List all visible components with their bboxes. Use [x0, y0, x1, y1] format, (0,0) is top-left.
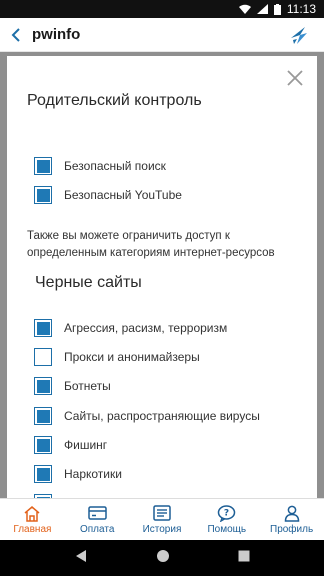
checkbox[interactable]: [34, 407, 52, 425]
svg-text:?: ?: [224, 508, 229, 518]
help-chat-icon: ?: [217, 504, 237, 522]
system-recents-icon[interactable]: [238, 549, 250, 567]
app-logo-icon: [288, 24, 310, 46]
nav-help[interactable]: ? Помощь: [194, 499, 259, 540]
status-time: 11:13: [286, 2, 316, 16]
category-label: Прокси и анонимайзеры: [64, 350, 200, 364]
nav-history[interactable]: История: [130, 499, 195, 540]
nav-label: История: [142, 524, 182, 535]
card-icon: [87, 504, 107, 522]
checkbox[interactable]: [34, 319, 52, 337]
category-label: Ботнеты: [64, 379, 111, 393]
category-item[interactable]: Наркотики: [34, 464, 122, 484]
nav-label: Оплата: [79, 524, 115, 535]
signal-icon: [256, 4, 268, 14]
wifi-icon: [238, 4, 251, 14]
system-back-icon[interactable]: [74, 549, 88, 568]
checkbox[interactable]: [34, 465, 52, 483]
app-bar: pwinfo: [0, 18, 324, 52]
app-title: pwinfo: [32, 26, 81, 43]
dialog-title: Родительский контроль: [27, 92, 202, 109]
back-arrow-icon[interactable]: [2, 18, 30, 52]
checkbox[interactable]: [34, 157, 52, 175]
category-item[interactable]: Прокси и анонимайзеры: [34, 347, 200, 367]
checkbox[interactable]: [34, 348, 52, 366]
system-home-icon[interactable]: [156, 549, 170, 568]
nav-label: Профиль: [270, 524, 314, 535]
battery-icon: [273, 3, 281, 15]
category-item[interactable]: Сайты, распространяющие вирусы: [34, 406, 260, 426]
close-icon[interactable]: [285, 68, 305, 88]
status-bar: 11:13: [0, 0, 324, 18]
nav-label: Главная: [13, 524, 52, 535]
category-item[interactable]: Агрессия, расизм, терроризм: [34, 318, 227, 338]
parental-control-dialog: Родительский контроль Безопасный поиск Б…: [7, 56, 317, 498]
checkbox[interactable]: [34, 186, 52, 204]
option-label: Безопасный поиск: [64, 159, 166, 173]
category-item[interactable]: Фишинг: [34, 435, 107, 455]
system-nav-bar: [0, 540, 324, 576]
info-text: Также вы можете ограничить доступ к опре…: [27, 230, 275, 259]
checkbox[interactable]: [34, 377, 52, 395]
nav-profile[interactable]: Профиль: [259, 499, 324, 540]
home-icon: [22, 504, 42, 522]
history-icon: [152, 504, 172, 522]
category-label: Сайты, распространяющие вирусы: [64, 409, 260, 423]
nav-payment[interactable]: Оплата: [65, 499, 130, 540]
option-safe-youtube[interactable]: Безопасный YouTube: [34, 185, 182, 205]
profile-icon: [282, 504, 302, 522]
option-label: Безопасный YouTube: [64, 188, 182, 202]
checkbox[interactable]: [34, 436, 52, 454]
blacklist-title: Черные сайты: [35, 274, 142, 291]
category-item[interactable]: Ботнеты: [34, 376, 111, 396]
nav-home[interactable]: Главная: [0, 499, 65, 540]
category-label: Фишинг: [64, 438, 108, 452]
nav-label: Помощь: [207, 524, 247, 535]
category-label: Наркотики: [64, 467, 122, 481]
bottom-nav: Главная Оплата История ? Помощь Профиль: [0, 498, 324, 540]
option-safe-search[interactable]: Безопасный поиск: [34, 156, 166, 176]
category-label: Агрессия, расизм, терроризм: [64, 321, 228, 335]
